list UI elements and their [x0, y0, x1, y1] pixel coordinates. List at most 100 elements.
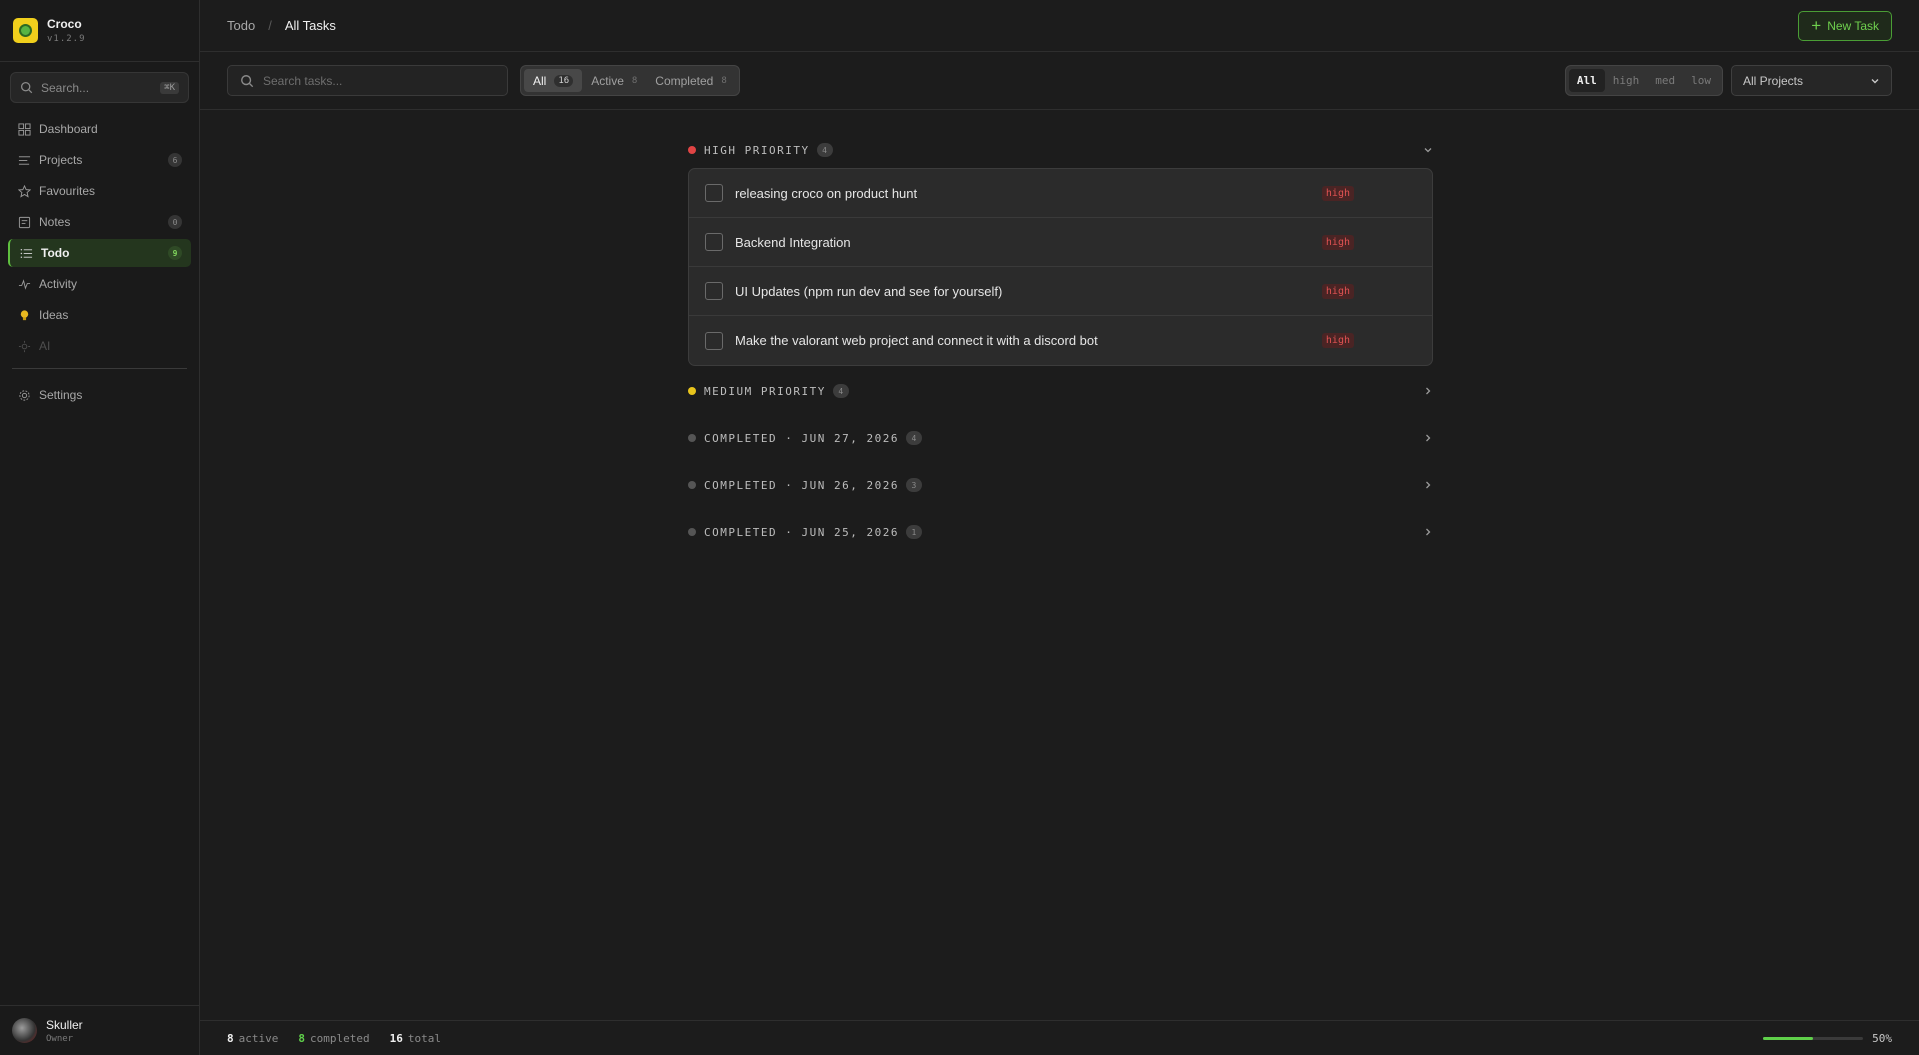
tab-label: All: [533, 73, 547, 88]
sidebar-item-dashboard[interactable]: Dashboard: [8, 115, 191, 143]
tab-active[interactable]: Active 8: [582, 69, 646, 92]
user-profile[interactable]: Skuller Owner: [0, 1005, 199, 1055]
sidebar-item-label: Todo: [41, 246, 70, 260]
total-stat: 16 total: [390, 1032, 441, 1045]
task-row[interactable]: Make the valorant web project and connec…: [689, 316, 1432, 365]
sidebar-search[interactable]: Search... ⌘K: [10, 72, 189, 103]
tab-count: 16: [554, 74, 574, 87]
sidebar-search-placeholder: Search...: [41, 80, 90, 95]
completed-count: 8: [298, 1031, 305, 1045]
sidebar-item-activity[interactable]: Activity: [8, 270, 191, 298]
user-role: Owner: [46, 1033, 74, 1044]
user-name: Skuller: [46, 1017, 83, 1032]
completed-stat: 8 completed: [298, 1032, 369, 1045]
sidebar: Croco v1.2.9 Search... ⌘K Dashboard Proj…: [0, 0, 200, 1055]
tab-label: Active: [591, 73, 624, 88]
todo-count-badge: 9: [168, 246, 182, 260]
filter-bar: Search tasks... All 16 Active 8 Complete…: [200, 52, 1919, 110]
active-label: active: [238, 1031, 279, 1045]
priority-dot: [688, 387, 696, 395]
brand-version: v1.2.9: [47, 34, 86, 44]
group-header-high[interactable]: HIGH PRIORITY 4: [688, 135, 1433, 165]
new-task-button[interactable]: + New Task: [1798, 10, 1892, 41]
task-groups: HIGH PRIORITY 4 releasing croco on produ…: [688, 135, 1433, 564]
task-search-input[interactable]: Search tasks...: [227, 65, 508, 96]
chevron-right-icon: [1423, 480, 1433, 490]
task-checkbox[interactable]: [705, 331, 723, 350]
progress-percent: 50%: [1872, 1031, 1892, 1045]
search-icon: [20, 81, 33, 94]
chevron-right-icon: [1423, 386, 1433, 396]
sidebar-item-favourites[interactable]: Favourites: [8, 177, 191, 205]
status-dot: [688, 434, 696, 442]
search-icon: [241, 74, 254, 87]
sidebar-item-label: Settings: [39, 388, 83, 402]
sparkle-icon: [17, 339, 31, 353]
tab-count: 8: [721, 75, 727, 86]
group-title: COMPLETED · JUN 27, 2026: [704, 431, 899, 445]
pulse-icon: [17, 277, 31, 291]
priority-high-button[interactable]: high: [1605, 69, 1648, 92]
group-count: 4: [816, 143, 833, 157]
group-header-medium[interactable]: MEDIUM PRIORITY 4: [688, 376, 1433, 406]
group-header-completed-jun-25[interactable]: COMPLETED · JUN 25, 2026 1: [688, 517, 1433, 547]
status-tabs: All 16 Active 8 Completed 8: [520, 65, 740, 96]
sidebar-item-settings[interactable]: Settings: [8, 381, 191, 409]
new-task-label: New Task: [1827, 18, 1879, 33]
gear-icon: [17, 388, 31, 402]
sidebar-item-label: AI: [39, 339, 51, 353]
projects-count-badge: 6: [168, 153, 182, 167]
priority-low-button[interactable]: low: [1683, 69, 1719, 92]
star-icon: [17, 184, 31, 198]
task-row[interactable]: UI Updates (npm run dev and see for your…: [689, 267, 1432, 316]
task-row[interactable]: Backend Integration high: [689, 218, 1432, 267]
completed-label: completed: [310, 1031, 370, 1045]
task-title: UI Updates (npm run dev and see for your…: [735, 283, 1003, 299]
task-title: Backend Integration: [735, 234, 851, 250]
sidebar-item-notes[interactable]: Notes 0: [8, 208, 191, 236]
group-title: COMPLETED · JUN 26, 2026: [704, 478, 899, 492]
sidebar-item-label: Activity: [39, 277, 78, 291]
priority-badge: high: [1321, 185, 1354, 201]
sidebar-item-projects[interactable]: Projects 6: [8, 146, 191, 174]
group-header-completed-jun-27[interactable]: COMPLETED · JUN 27, 2026 4: [688, 423, 1433, 453]
lightbulb-icon: [17, 308, 31, 322]
brand[interactable]: Croco v1.2.9: [0, 0, 199, 62]
plus-icon: +: [1811, 16, 1822, 35]
group-header-completed-jun-26[interactable]: COMPLETED · JUN 26, 2026 3: [688, 470, 1433, 500]
task-checkbox[interactable]: [705, 282, 723, 300]
task-checkbox[interactable]: [705, 184, 723, 202]
sidebar-item-todo[interactable]: Todo 9: [8, 239, 191, 267]
checklist-icon: [19, 246, 33, 260]
sidebar-item-label: Ideas: [39, 308, 69, 322]
notes-count-badge: 0: [168, 215, 182, 229]
sidebar-item-ai[interactable]: AI: [8, 332, 191, 360]
page-title: All Tasks: [284, 18, 336, 33]
task-checkbox[interactable]: [705, 233, 723, 251]
tab-label: Completed: [655, 73, 714, 88]
sidebar-item-label: Notes: [39, 215, 71, 229]
sidebar-item-label: Projects: [39, 153, 83, 167]
brand-name: Croco: [47, 17, 82, 31]
group-title: HIGH PRIORITY: [704, 143, 810, 157]
topbar: Todo / All Tasks + New Task: [200, 0, 1919, 52]
total-count: 16: [389, 1031, 403, 1045]
sidebar-item-ideas[interactable]: Ideas: [8, 301, 191, 329]
priority-all-button[interactable]: All: [1568, 69, 1605, 92]
tab-completed[interactable]: Completed 8: [646, 69, 735, 92]
active-count: 8: [227, 1031, 234, 1045]
grid-icon: [17, 122, 31, 136]
project-select-value: All Projects: [1743, 73, 1804, 88]
tab-all[interactable]: All 16: [524, 69, 583, 92]
tab-count: 8: [631, 75, 638, 86]
priority-dot: [688, 146, 696, 154]
task-list: releasing croco on product hunt high Bac…: [688, 168, 1433, 366]
task-title: releasing croco on product hunt: [735, 185, 918, 201]
task-title: Make the valorant web project and connec…: [735, 333, 1098, 348]
breadcrumb-todo[interactable]: Todo: [227, 18, 255, 33]
priority-filter: All high med low: [1564, 65, 1723, 96]
chevron-right-icon: [1423, 527, 1433, 537]
project-select[interactable]: All Projects: [1731, 65, 1892, 96]
priority-med-button[interactable]: med: [1647, 69, 1683, 92]
task-row[interactable]: releasing croco on product hunt high: [689, 169, 1432, 218]
